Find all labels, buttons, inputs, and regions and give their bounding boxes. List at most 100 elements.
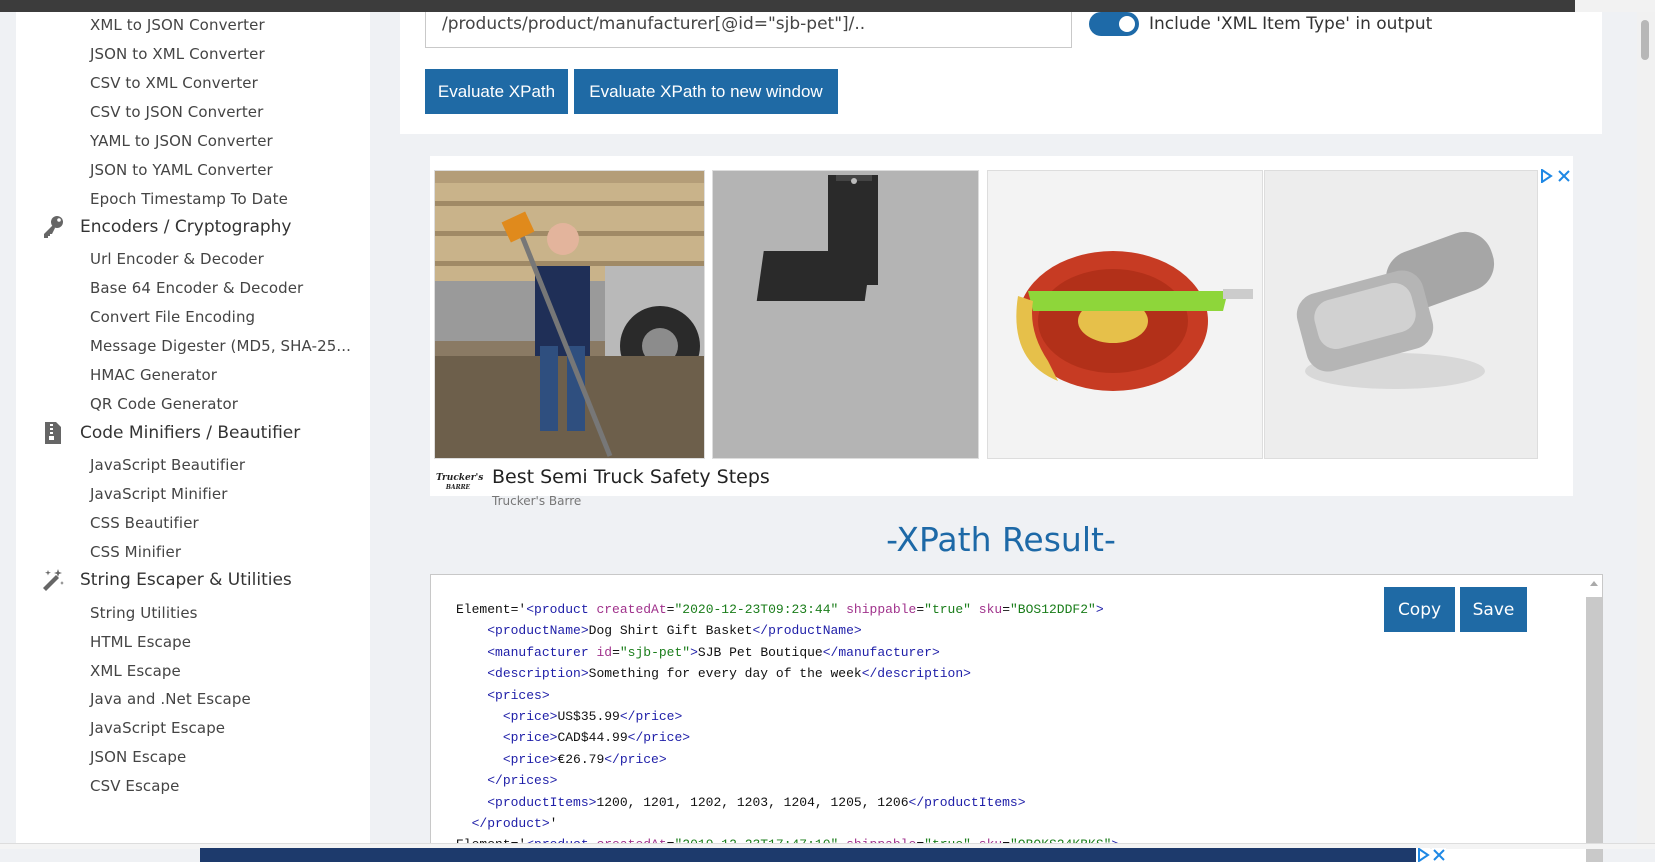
code-token: </prices	[487, 773, 550, 789]
sidebar-item-message-digester[interactable]: Message Digester (MD5, SHA-25...	[90, 337, 351, 355]
advertiser-logo[interactable]: Trucker's BARRE	[436, 474, 483, 496]
sidebar-item-yaml-to-json[interactable]: YAML to JSON Converter	[90, 132, 273, 150]
sidebar-item-epoch-timestamp[interactable]: Epoch Timestamp To Date	[90, 190, 288, 208]
code-line: Element='<product createdAt = "2020-12-23T…	[456, 599, 1119, 620]
page-scrollbar-thumb[interactable]	[1641, 20, 1649, 60]
page-scrollbar[interactable]	[1637, 12, 1655, 848]
code-token: >	[853, 623, 862, 639]
code-token: "2020-12-23T09:23:44"	[674, 602, 839, 617]
code-token: <prices	[487, 687, 542, 703]
ad-image-strap[interactable]	[987, 170, 1263, 459]
include-item-type-toggle-group[interactable]: Include 'XML Item Type' in output	[1089, 12, 1432, 36]
sidebar-item-url-encoder[interactable]: Url Encoder & Decoder	[90, 250, 264, 268]
sidebar-item-xml-escape[interactable]: XML Escape	[90, 662, 181, 680]
sidebar-item-html-escape[interactable]: HTML Escape	[90, 633, 191, 651]
code-token: '	[549, 816, 558, 832]
evaluate-xpath-button[interactable]: Evaluate XPath	[425, 69, 568, 114]
code-token: </productItems	[908, 794, 1018, 810]
code-token: Dog Shirt Gift Basket	[588, 623, 753, 639]
ad-close-icon[interactable]	[1557, 168, 1571, 187]
code-line: <productName > Dog Shirt Gift Basket</prod…	[456, 620, 1119, 641]
sidebar-item-string-utilities[interactable]: String Utilities	[90, 604, 198, 622]
bottom-ad-badges	[1416, 848, 1446, 862]
code-token: =	[916, 602, 925, 617]
sidebar-item-json-escape[interactable]: JSON Escape	[90, 748, 186, 766]
code-token: >	[674, 709, 683, 725]
result-scrollbar[interactable]	[1586, 597, 1602, 862]
bottom-ad-close-icon[interactable]	[1432, 848, 1446, 862]
main-content: /products/product/manufacturer[@id="sjb-…	[370, 12, 1655, 862]
sidebar-item-java-net-escape[interactable]: Java and .Net Escape	[90, 690, 251, 708]
ad-headline-link[interactable]: Best Semi Truck Safety Steps	[492, 466, 770, 488]
save-button[interactable]: Save	[1460, 587, 1527, 632]
include-item-type-toggle[interactable]	[1089, 12, 1139, 36]
result-scroll-up-icon[interactable]	[1590, 581, 1598, 586]
include-item-type-label: Include 'XML Item Type' in output	[1149, 14, 1433, 34]
code-token: >	[682, 730, 691, 746]
sidebar-item-javascript-escape[interactable]: JavaScript Escape	[90, 719, 225, 737]
sidebar-item-js-beautifier[interactable]: JavaScript Beautifier	[90, 456, 245, 474]
code-token: <productName	[487, 623, 581, 639]
adchoices-icon[interactable]	[1539, 168, 1553, 187]
sidebar-item-csv-to-xml[interactable]: CSV to XML Converter	[90, 74, 258, 92]
sidebar-item-js-minifier[interactable]: JavaScript Minifier	[90, 485, 228, 503]
sidebar-item-base64[interactable]: Base 64 Encoder & Decoder	[90, 279, 303, 297]
code-token: createdAt	[596, 602, 667, 617]
code-line: <price>US$35.99</price>	[456, 706, 1119, 727]
sidebar-item-css-beautifier[interactable]: CSS Beautifier	[90, 514, 199, 532]
xpath-result-output[interactable]: Element='<product createdAt = "2020-12-23T…	[430, 574, 1603, 862]
sidebar-item-csv-escape[interactable]: CSV Escape	[90, 777, 180, 795]
code-token: </productName	[752, 623, 854, 639]
advertisement[interactable]: Trucker's BARRE Best Semi Truck Safety S…	[430, 156, 1573, 508]
sidebar-item-csv-to-json[interactable]: CSV to JSON Converter	[90, 103, 263, 121]
code-token: id	[596, 644, 613, 660]
code-token: </description	[861, 666, 964, 682]
code-token: <product	[526, 602, 589, 617]
code-token: >	[1095, 602, 1104, 617]
sidebar-item-json-to-yaml[interactable]: JSON to YAML Converter	[90, 161, 273, 179]
copy-button[interactable]: Copy	[1384, 587, 1455, 632]
code-token: </price	[619, 709, 675, 725]
code-token: "sjb-pet"	[619, 644, 691, 660]
code-token: €26.79	[557, 751, 605, 767]
sidebar-item-json-to-xml[interactable]: JSON to XML Converter	[90, 45, 265, 63]
code-token: =	[612, 644, 620, 660]
ad-advertiser-name[interactable]: Trucker's Barre	[492, 494, 581, 508]
ad-badges	[1539, 168, 1571, 187]
sidebar-item-xml-to-json[interactable]: XML to JSON Converter	[90, 16, 265, 34]
sidebar-section-string[interactable]: String Escaper & Utilities	[40, 567, 292, 593]
ad-image-steel-pin[interactable]	[1264, 170, 1538, 459]
code-token: US$35.99	[557, 709, 620, 725]
code-token: <price	[502, 730, 550, 746]
code-token: </price	[627, 730, 683, 746]
ad-image-step-bracket[interactable]	[712, 170, 979, 459]
code-token: <description	[487, 666, 581, 682]
sidebar-item-convert-file-encoding[interactable]: Convert File Encoding	[90, 308, 255, 326]
browser-top-bar	[0, 0, 1655, 12]
code-line: <productItems >1200, 1201, 1202, 1203, 12…	[456, 792, 1119, 813]
xpath-expression-input[interactable]: /products/product/manufacturer[@id="sjb-…	[425, 12, 1072, 48]
ad-image-truck[interactable]	[434, 170, 705, 459]
sidebar-section-encoders[interactable]: Encoders / Cryptography	[40, 214, 292, 240]
sidebar-item-hmac-generator[interactable]: HMAC Generator	[90, 366, 217, 384]
sidebar-item-qr-code[interactable]: QR Code Generator	[90, 395, 238, 413]
sidebar-section-minifiers[interactable]: Code Minifiers / Beautifier	[40, 420, 300, 446]
code-line: <prices>	[456, 685, 1119, 706]
sidebar-item-css-minifier[interactable]: CSS Minifier	[90, 543, 181, 561]
code-token: <productItems	[487, 794, 589, 810]
evaluate-xpath-new-window-button[interactable]: Evaluate XPath to new window	[574, 69, 838, 114]
bottom-adchoices-icon[interactable]	[1416, 848, 1430, 862]
code-token: <price	[502, 709, 550, 725]
magic-wand-icon	[40, 567, 66, 593]
code-token: "true"	[924, 602, 971, 617]
sidebar-nav: XML to JSON Converter JSON to XML Conver…	[16, 12, 370, 848]
bottom-banner-ad[interactable]	[200, 848, 1420, 862]
sidebar-section-label: String Escaper & Utilities	[80, 570, 292, 590]
xpath-result-heading: -XPath Result-	[886, 520, 1116, 559]
